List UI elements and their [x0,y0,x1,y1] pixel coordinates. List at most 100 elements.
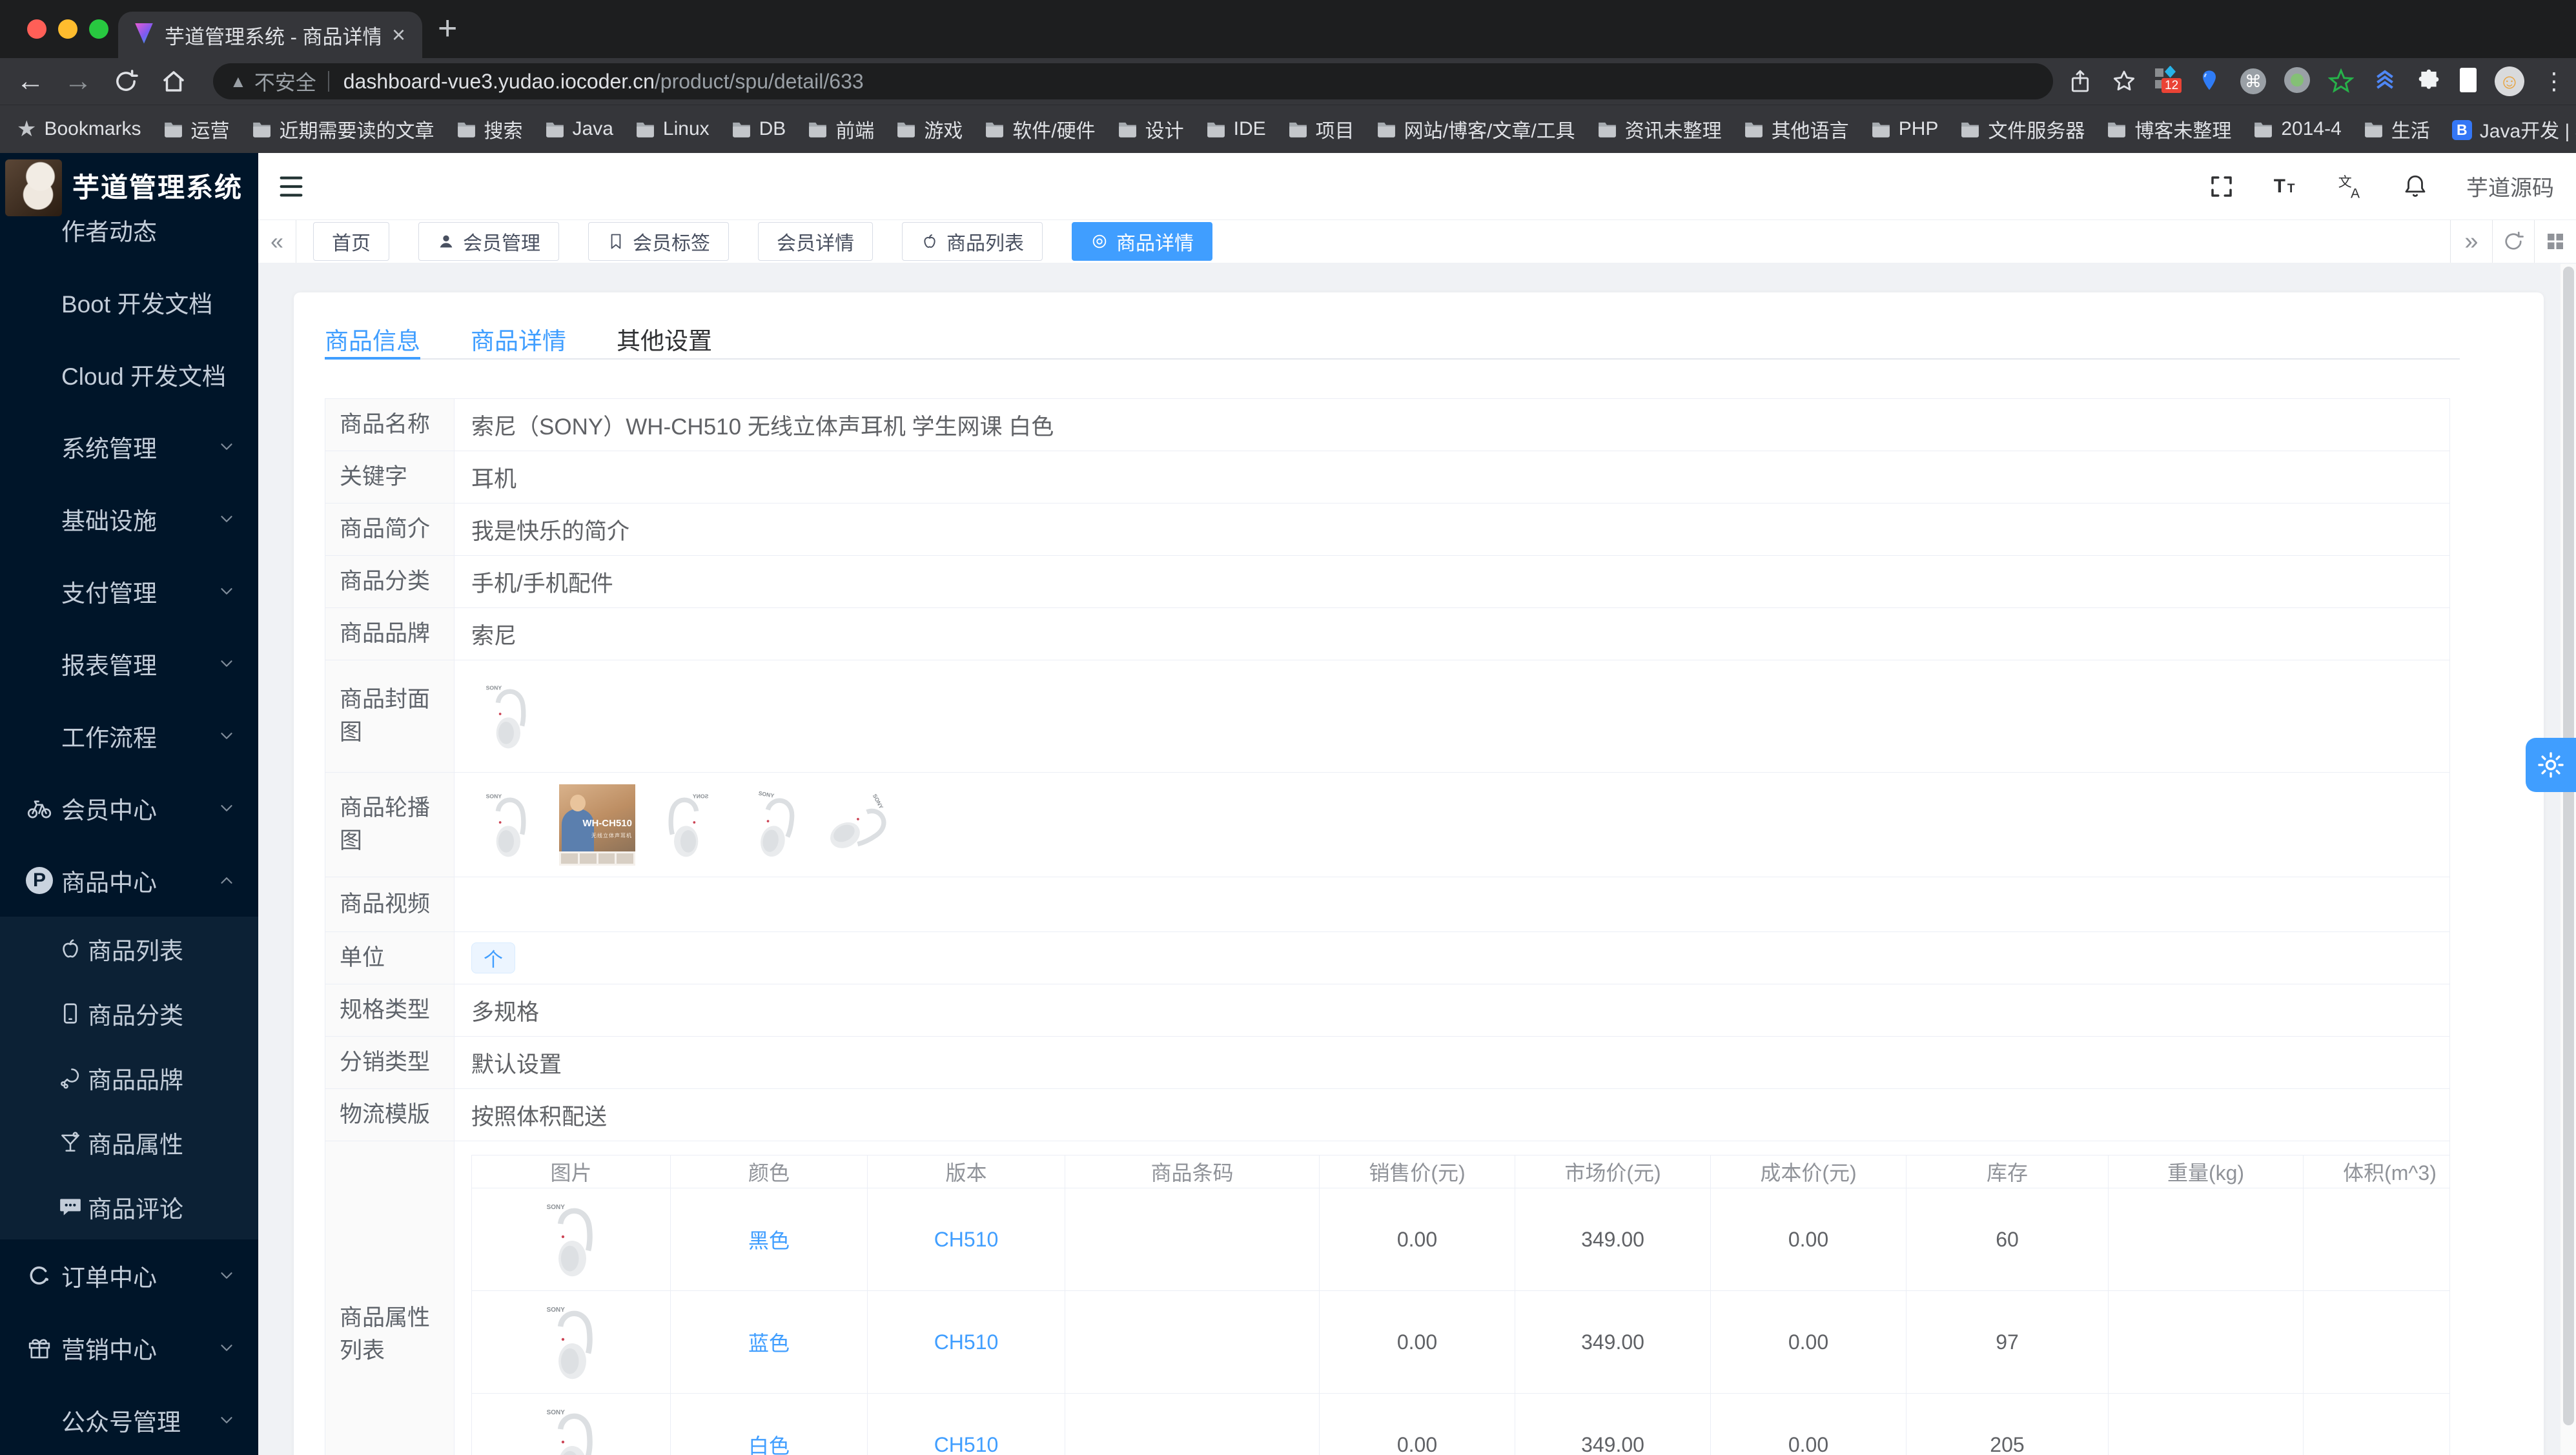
bookmark-folder[interactable]: 近期需要读的文章 [252,115,434,143]
browser-forward-button[interactable]: → [54,65,102,97]
page-tag[interactable]: 商品详情 [1072,222,1212,261]
bookmark-folder[interactable]: Java [545,118,613,140]
bookmark-folder[interactable]: 搜索 [456,115,523,143]
sidebar-subitem[interactable]: 商品列表 [0,917,258,981]
bookmarks-root[interactable]: ★ Bookmarks [17,116,141,142]
extension-double-chevron[interactable] [2372,68,2398,94]
header-username[interactable]: 芋道源码 [2466,170,2554,202]
extension-balloon[interactable] [2196,68,2222,94]
window-close-button[interactable] [27,19,46,39]
sidebar-subitem[interactable]: 商品分类 [0,981,258,1046]
bookmark-folder-label: 搜索 [484,121,523,142]
extension-kebab-menu[interactable]: ⋮ [2542,68,2566,95]
bookmark-folder[interactable]: 生活 [2364,115,2430,143]
bookmark-folder[interactable]: IDE [1206,118,1266,140]
extension-record[interactable] [2284,66,2310,96]
sku-color-link[interactable]: 蓝色 [748,1332,790,1355]
bookmark-folder[interactable]: 文件服务器 [1960,115,2085,143]
extension-puzzle[interactable] [2416,68,2442,94]
page-scrollbar-thumb[interactable] [2563,267,2574,1425]
sku-color-link[interactable]: 黑色 [748,1229,790,1252]
tab-close-icon[interactable]: × [392,23,405,46]
bookmark-folder[interactable]: 游戏 [896,115,963,143]
sidebar-item[interactable]: 基础设施 [0,483,258,555]
sidebar-item[interactable]: 报表管理 [0,627,258,700]
extension-command[interactable]: ⌘ [2240,68,2266,94]
sidebar-item[interactable]: Boot 开发文档 [0,266,258,338]
sku-cell-version[interactable]: CH510 [867,1290,1065,1394]
new-tab-button[interactable]: + [438,9,457,48]
sidebar-item[interactable]: 支付管理 [0,555,258,627]
extension-extension-badge[interactable]: 12 [2155,65,2182,97]
bookmark-link[interactable]: B Java开发 | 小组首… [2451,115,2576,143]
sidebar-item[interactable]: 作者动态 [0,194,258,266]
browser-star-button[interactable] [2111,68,2137,94]
theme-settings-button[interactable] [2526,738,2576,792]
address-bar[interactable]: ▲ 不安全 dashboard-vue3.yudao.iocoder.cn /p… [213,63,2053,99]
extension-reader[interactable] [2460,67,2477,96]
detail-tab[interactable]: 其他设置 [617,320,712,358]
extension-avatar[interactable]: ☺ [2495,66,2524,96]
bookmark-folder[interactable]: 网站/博客/文章/工具 [1376,115,1575,143]
tagbar-double-right-button[interactable]: » [2450,220,2492,263]
detail-tab[interactable]: 商品详情 [471,320,566,358]
header-language-button[interactable]: 文A [2337,173,2364,200]
sku-version-link[interactable]: CH510 [934,1330,999,1354]
sidebar-item[interactable]: 系统管理 [0,411,258,483]
sidebar-item[interactable]: 订单中心 [0,1239,258,1312]
window-minimize-button[interactable] [58,19,77,39]
bookmark-folder[interactable]: 软件/硬件 [985,115,1096,143]
header-font-size-button[interactable]: TT [2273,173,2300,200]
browser-tab[interactable]: 芋道管理系统 - 商品详情 × [118,12,422,58]
sku-cell-color[interactable]: 白色 [670,1393,868,1455]
browser-reload-button[interactable] [102,68,150,95]
folder-icon [635,120,655,138]
sidebar-item[interactable]: Cloud 开发文档 [0,338,258,411]
browser-share-button[interactable] [2067,68,2093,94]
sku-cell-version[interactable]: CH510 [867,1393,1065,1455]
sku-version-link[interactable]: CH510 [934,1228,999,1251]
header-fullscreen-button[interactable] [2208,173,2235,200]
browser-back-button[interactable]: ← [6,65,54,97]
sku-version-link[interactable]: CH510 [934,1433,999,1455]
bookmark-folder[interactable]: DB [731,118,786,140]
bookmark-folder[interactable]: 运营 [163,115,230,143]
sidebar-subitem[interactable]: 商品品牌 [0,1046,258,1110]
bookmark-folder[interactable]: 2014-4 [2253,118,2342,140]
bookmark-folder[interactable]: PHP [1871,118,1938,140]
sidebar-subitem[interactable]: 商品属性 [0,1110,258,1175]
menu-fold-icon[interactable] [276,172,306,201]
page-tag[interactable]: 商品列表 [902,222,1043,261]
tags-scroll-left-button[interactable]: « [258,220,296,263]
extension-green-star[interactable] [2328,68,2354,94]
page-tag[interactable]: 会员标签 [588,222,729,261]
bookmark-folder[interactable]: 博客未整理 [2107,115,2231,143]
bookmark-folder[interactable]: 项目 [1288,115,1354,143]
header-bell-button[interactable] [2402,173,2429,200]
eleme-icon [26,1262,61,1289]
tagbar-refresh-button[interactable] [2492,220,2534,263]
sidebar-item[interactable]: 工作流程 [0,700,258,772]
page-tag[interactable]: 首页 [313,222,389,261]
sidebar-subitem[interactable]: 商品评论 [0,1175,258,1239]
sku-color-link[interactable]: 白色 [748,1434,790,1455]
sidebar-item[interactable]: 营销中心 [0,1312,258,1384]
sku-cell-version[interactable]: CH510 [867,1188,1065,1291]
detail-tab[interactable]: 商品信息 [325,320,420,360]
bookmark-folder[interactable]: 资讯未整理 [1597,115,1722,143]
sidebar-item[interactable]: 公众号管理 [0,1384,258,1455]
bookmark-folder[interactable]: 前端 [808,115,874,143]
bookmark-folder[interactable]: Linux [635,118,710,140]
sku-cell-color[interactable]: 黑色 [670,1188,868,1291]
bookmark-folder[interactable]: 其他语言 [1744,115,1849,143]
browser-home-button[interactable] [150,68,198,95]
page-tag[interactable]: 会员管理 [418,222,559,261]
tagbar-grid-button[interactable] [2534,220,2576,263]
sidebar-item[interactable]: P 商品中心 [0,844,258,917]
sidebar-item[interactable]: 会员中心 [0,772,258,844]
page-tag[interactable]: 会员详情 [758,222,873,261]
sku-column-header: 商品条码 [1065,1155,1320,1188]
window-zoom-button[interactable] [89,19,108,39]
sku-cell-color[interactable]: 蓝色 [670,1290,868,1394]
bookmark-folder[interactable]: 设计 [1118,115,1184,143]
